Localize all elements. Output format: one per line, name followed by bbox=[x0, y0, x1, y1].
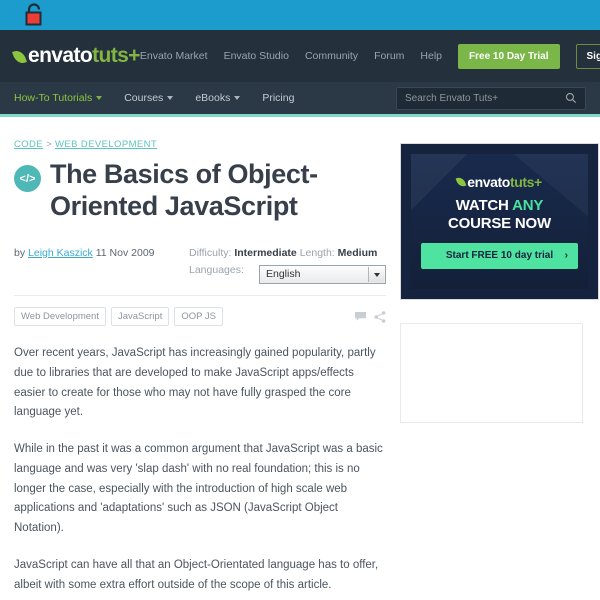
nav-forum[interactable]: Forum bbox=[374, 50, 404, 62]
subnav-label: Pricing bbox=[262, 92, 295, 104]
chevron-right-icon: › bbox=[564, 250, 568, 262]
meta-attributes: Difficulty: Intermediate Length: Medium … bbox=[189, 245, 386, 285]
meta-byline: by Leigh Kaszick 11 Nov 2009 bbox=[14, 245, 189, 284]
by-label: by bbox=[14, 246, 26, 259]
page-title: The Basics of Object-Oriented JavaScript bbox=[50, 159, 318, 221]
tags-row: Web Development JavaScript OOP JS bbox=[14, 307, 386, 327]
language-select[interactable]: English bbox=[259, 265, 386, 285]
difficulty-label: Difficulty: bbox=[189, 246, 232, 259]
secondary-nav: How-To Tutorials Courses eBooks Pricing bbox=[0, 82, 600, 117]
site-header: envato tuts+ Envato Market Envato Studio… bbox=[0, 30, 600, 82]
subnav-label: eBooks bbox=[195, 92, 231, 104]
publish-date: 11 Nov 2009 bbox=[95, 246, 155, 259]
leaf-icon bbox=[12, 48, 27, 66]
ad-logo-envato: envato bbox=[467, 174, 510, 191]
nav-help[interactable]: Help bbox=[420, 50, 442, 62]
chevron-down-icon[interactable] bbox=[368, 267, 384, 283]
chevron-down-icon bbox=[167, 96, 174, 100]
tag-oop-js[interactable]: OOP JS bbox=[174, 307, 224, 327]
ad-watch-text: WATCH bbox=[455, 197, 513, 215]
paragraph-1: Over recent years, JavaScript has increa… bbox=[14, 347, 376, 419]
author-link[interactable]: Leigh Kaszick bbox=[28, 247, 93, 259]
paragraph-3: JavaScript can have all that an Object-O… bbox=[14, 558, 379, 591]
tag-javascript[interactable]: JavaScript bbox=[110, 307, 170, 327]
code-category-icon[interactable]: </> bbox=[14, 165, 41, 192]
paragraph-2: While in the past it was a common argume… bbox=[14, 443, 383, 535]
free-trial-button[interactable]: Free 10 Day Trial bbox=[458, 43, 560, 69]
site-logo[interactable]: envato tuts+ bbox=[12, 44, 140, 68]
ad-headline: WATCH ANY COURSE NOW bbox=[448, 197, 551, 232]
title-row: </> The Basics of Object-Oriented JavaSc… bbox=[14, 159, 386, 223]
breadcrumb: CODE > WEB DEVELOPMENT bbox=[14, 139, 386, 150]
ad-headline-line-1: WATCH ANY bbox=[448, 197, 551, 214]
page-body: CODE > WEB DEVELOPMENT </> The Basics of O… bbox=[0, 117, 600, 600]
unlock-icon[interactable] bbox=[23, 3, 45, 27]
length-value: Medium bbox=[337, 246, 378, 259]
article-meta: by Leigh Kaszick 11 Nov 2009 Difficulty:… bbox=[14, 245, 386, 285]
sidebar-ad[interactable]: envato tuts+ WATCH ANY COURSE NOW Start … bbox=[400, 143, 599, 300]
language-selected-value: English bbox=[266, 267, 301, 280]
nav-community[interactable]: Community bbox=[305, 50, 358, 62]
subnav-label: Courses bbox=[124, 92, 164, 104]
logo-tuts-text: tuts+ bbox=[92, 44, 140, 67]
subnav-item-pricing[interactable]: Pricing bbox=[262, 92, 294, 104]
chevron-down-icon bbox=[234, 96, 241, 100]
languages-label: Languages: bbox=[189, 264, 244, 277]
nav-envato-studio[interactable]: Envato Studio bbox=[224, 50, 289, 62]
breadcrumb-web-development[interactable]: WEB DEVELOPMENT bbox=[55, 139, 157, 150]
ad-any-text: ANY bbox=[512, 197, 544, 215]
meta-divider bbox=[14, 295, 386, 297]
length-label: Length: bbox=[299, 246, 335, 259]
subnav-label: How-To Tutorials bbox=[14, 92, 93, 104]
subnav-item-courses[interactable]: Courses bbox=[124, 92, 174, 104]
sidebar-empty-box bbox=[400, 323, 583, 423]
sign-in-button[interactable]: Sign In bbox=[575, 43, 600, 69]
ad-cta-button[interactable]: Start FREE 10 day trial › bbox=[421, 242, 578, 269]
logo-envato-text: envato bbox=[28, 44, 93, 67]
difficulty-value: Intermediate bbox=[234, 246, 297, 259]
sidebar: envato tuts+ WATCH ANY COURSE NOW Start … bbox=[386, 139, 599, 600]
ad-inner: envato tuts+ WATCH ANY COURSE NOW Start … bbox=[411, 154, 588, 289]
ad-logo: envato tuts+ bbox=[455, 174, 542, 191]
header-nav: Envato Market Envato Studio Community Fo… bbox=[140, 43, 600, 69]
main-content: CODE > WEB DEVELOPMENT </> The Basics of O… bbox=[14, 139, 386, 600]
subnav-item-how-to-tutorials[interactable]: How-To Tutorials bbox=[14, 92, 103, 104]
tag-web-development[interactable]: Web Development bbox=[14, 307, 106, 327]
comment-icon[interactable] bbox=[354, 311, 367, 322]
top-notification-bar bbox=[0, 0, 600, 30]
search-box[interactable] bbox=[396, 86, 586, 110]
social-actions bbox=[354, 310, 386, 323]
search-icon[interactable] bbox=[565, 92, 577, 104]
leaf-icon bbox=[455, 176, 467, 189]
subnav-item-ebooks[interactable]: eBooks bbox=[195, 92, 241, 104]
breadcrumb-separator: > bbox=[46, 139, 53, 150]
article-body: Over recent years, JavaScript has increa… bbox=[14, 344, 386, 600]
ad-headline-line-2: COURSE NOW bbox=[447, 214, 551, 232]
ad-cta-label: Start FREE 10 day trial bbox=[445, 250, 554, 262]
share-icon[interactable] bbox=[374, 310, 386, 323]
chevron-down-icon bbox=[96, 96, 103, 100]
ad-logo-tuts: tuts+ bbox=[509, 174, 542, 191]
search-input[interactable] bbox=[405, 92, 565, 104]
nav-envato-market[interactable]: Envato Market bbox=[140, 50, 208, 62]
breadcrumb-code[interactable]: CODE bbox=[14, 139, 43, 150]
